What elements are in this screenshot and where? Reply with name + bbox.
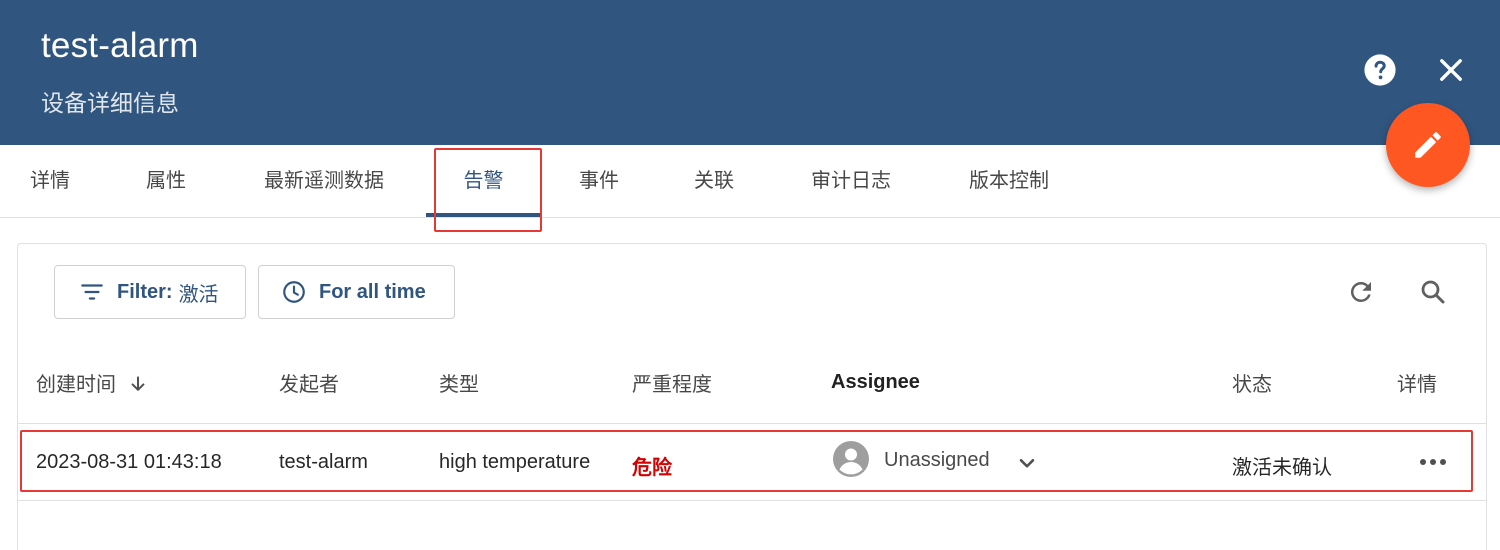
help-button[interactable] (1363, 53, 1397, 87)
tab-version-control[interactable]: 版本控制 (952, 145, 1066, 217)
time-range-button[interactable]: For all time (258, 265, 455, 319)
header-divider (18, 423, 1486, 424)
page-subtitle: 设备详细信息 (41, 90, 179, 116)
dialog-header: test-alarm 设备详细信息 (0, 0, 1500, 145)
page-title: test-alarm (41, 26, 199, 65)
column-header-severity[interactable]: 严重程度 (632, 368, 712, 397)
column-header-status[interactable]: 状态 (1232, 368, 1272, 397)
refresh-button[interactable] (1341, 272, 1381, 312)
column-header-assignee[interactable]: Assignee (831, 371, 920, 394)
filter-list-icon (81, 284, 103, 300)
filter-value: 激活 (178, 283, 219, 306)
clock-icon (283, 281, 305, 303)
pencil-icon (1415, 132, 1441, 158)
help-circle-icon (1364, 54, 1396, 86)
column-header-originator[interactable]: 发起者 (279, 368, 339, 397)
tab-relations[interactable]: 关联 (678, 145, 750, 217)
tab-details[interactable]: 详情 (14, 145, 86, 217)
column-header-type[interactable]: 类型 (439, 368, 479, 397)
tab-highlight-box (434, 148, 542, 232)
tab-audit-logs[interactable]: 审计日志 (794, 145, 908, 217)
search-button[interactable] (1413, 272, 1453, 312)
edit-fab-button[interactable] (1386, 103, 1470, 187)
time-range-label: For all time (319, 280, 426, 303)
tab-latest-telemetry[interactable]: 最新遥测数据 (246, 145, 402, 217)
column-header-details: 详情 (1397, 374, 1437, 396)
close-button[interactable] (1434, 53, 1468, 87)
close-icon (1440, 59, 1462, 81)
filter-label: Filter: (117, 280, 173, 303)
tab-events[interactable]: 事件 (563, 145, 635, 217)
row-highlight-box (20, 430, 1473, 492)
tab-bar: 详情 属性 最新遥测数据 告警 事件 关联 审计日志 版本控制 (0, 145, 1500, 218)
filter-button[interactable]: Filter: 激活 (54, 265, 246, 319)
row-divider (18, 500, 1486, 501)
refresh-icon (1350, 281, 1371, 302)
search-icon (1421, 280, 1445, 304)
arrow-down-icon (131, 376, 144, 391)
column-header-created[interactable]: 创建时间 (36, 368, 148, 397)
tab-attributes[interactable]: 属性 (130, 145, 202, 217)
